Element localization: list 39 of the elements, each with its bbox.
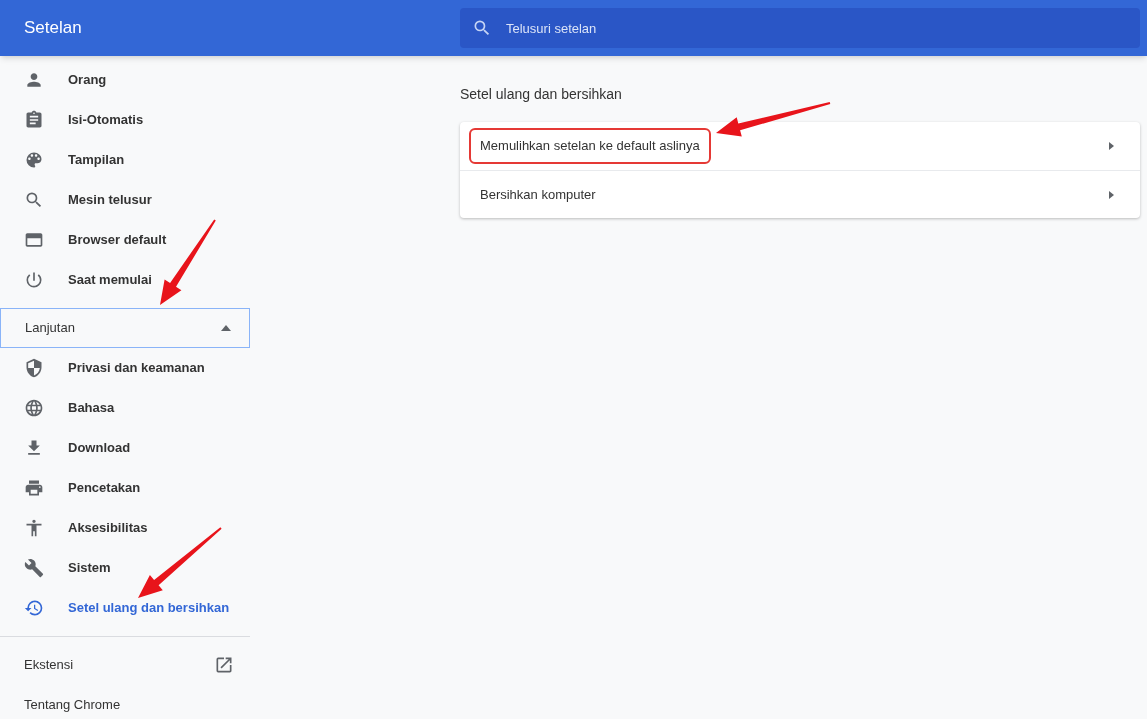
sidebar-item[interactable]: Privasi dan keamanan <box>0 348 250 388</box>
sidebar-item[interactable]: Download <box>0 428 250 468</box>
settings-row[interactable]: Bersihkan komputer <box>460 170 1140 218</box>
row-label: Bersihkan komputer <box>480 185 596 204</box>
sidebar-item[interactable]: Mesin telusur <box>0 180 250 220</box>
search-icon <box>472 18 492 38</box>
history-icon <box>24 598 44 618</box>
clipboard-icon <box>24 110 44 130</box>
sidebar-item[interactable]: Isi-Otomatis <box>0 100 250 140</box>
sidebar-item[interactable]: Browser default <box>0 220 250 260</box>
section-title: Setel ulang dan bersihkan <box>460 85 623 104</box>
caret-icon <box>1109 142 1114 150</box>
sidebar-item[interactable]: Sistem <box>0 548 250 588</box>
page-title: Setelan <box>24 18 82 38</box>
sidebar-item[interactable]: Aksesibilitas <box>0 508 250 548</box>
shield-icon <box>24 358 44 378</box>
search-field[interactable]: Telusuri setelan <box>460 8 1140 48</box>
palette-icon <box>24 150 44 170</box>
row-label: Memulihkan setelan ke default aslinya <box>469 128 711 164</box>
sidebar-item[interactable]: Tampilan <box>0 140 250 180</box>
external-link-icon <box>214 655 234 675</box>
accessibility-icon <box>24 518 44 538</box>
sidebar-link[interactable]: Tentang Chrome <box>0 685 250 719</box>
search-icon <box>24 190 44 210</box>
wrench-icon <box>24 558 44 578</box>
power-icon <box>24 270 44 290</box>
caret-icon <box>1109 190 1114 199</box>
sidebar-item[interactable]: Saat memulai <box>0 260 250 300</box>
sidebar-item[interactable]: Setel ulang dan bersihkan <box>0 588 250 628</box>
sidebar-item[interactable]: Pencetakan <box>0 468 250 508</box>
globe-icon <box>24 398 44 418</box>
printer-icon <box>24 478 44 498</box>
sidebar-item[interactable]: Orang <box>0 60 250 100</box>
sidebar-item[interactable]: Bahasa <box>0 388 250 428</box>
sidebar-link[interactable]: Ekstensi <box>0 645 250 685</box>
advanced-section-toggle[interactable]: Lanjutan <box>0 308 250 348</box>
browser-window-icon <box>24 230 44 250</box>
settings-row[interactable]: Memulihkan setelan ke default aslinya <box>460 122 1140 170</box>
caret-icon <box>221 325 231 331</box>
